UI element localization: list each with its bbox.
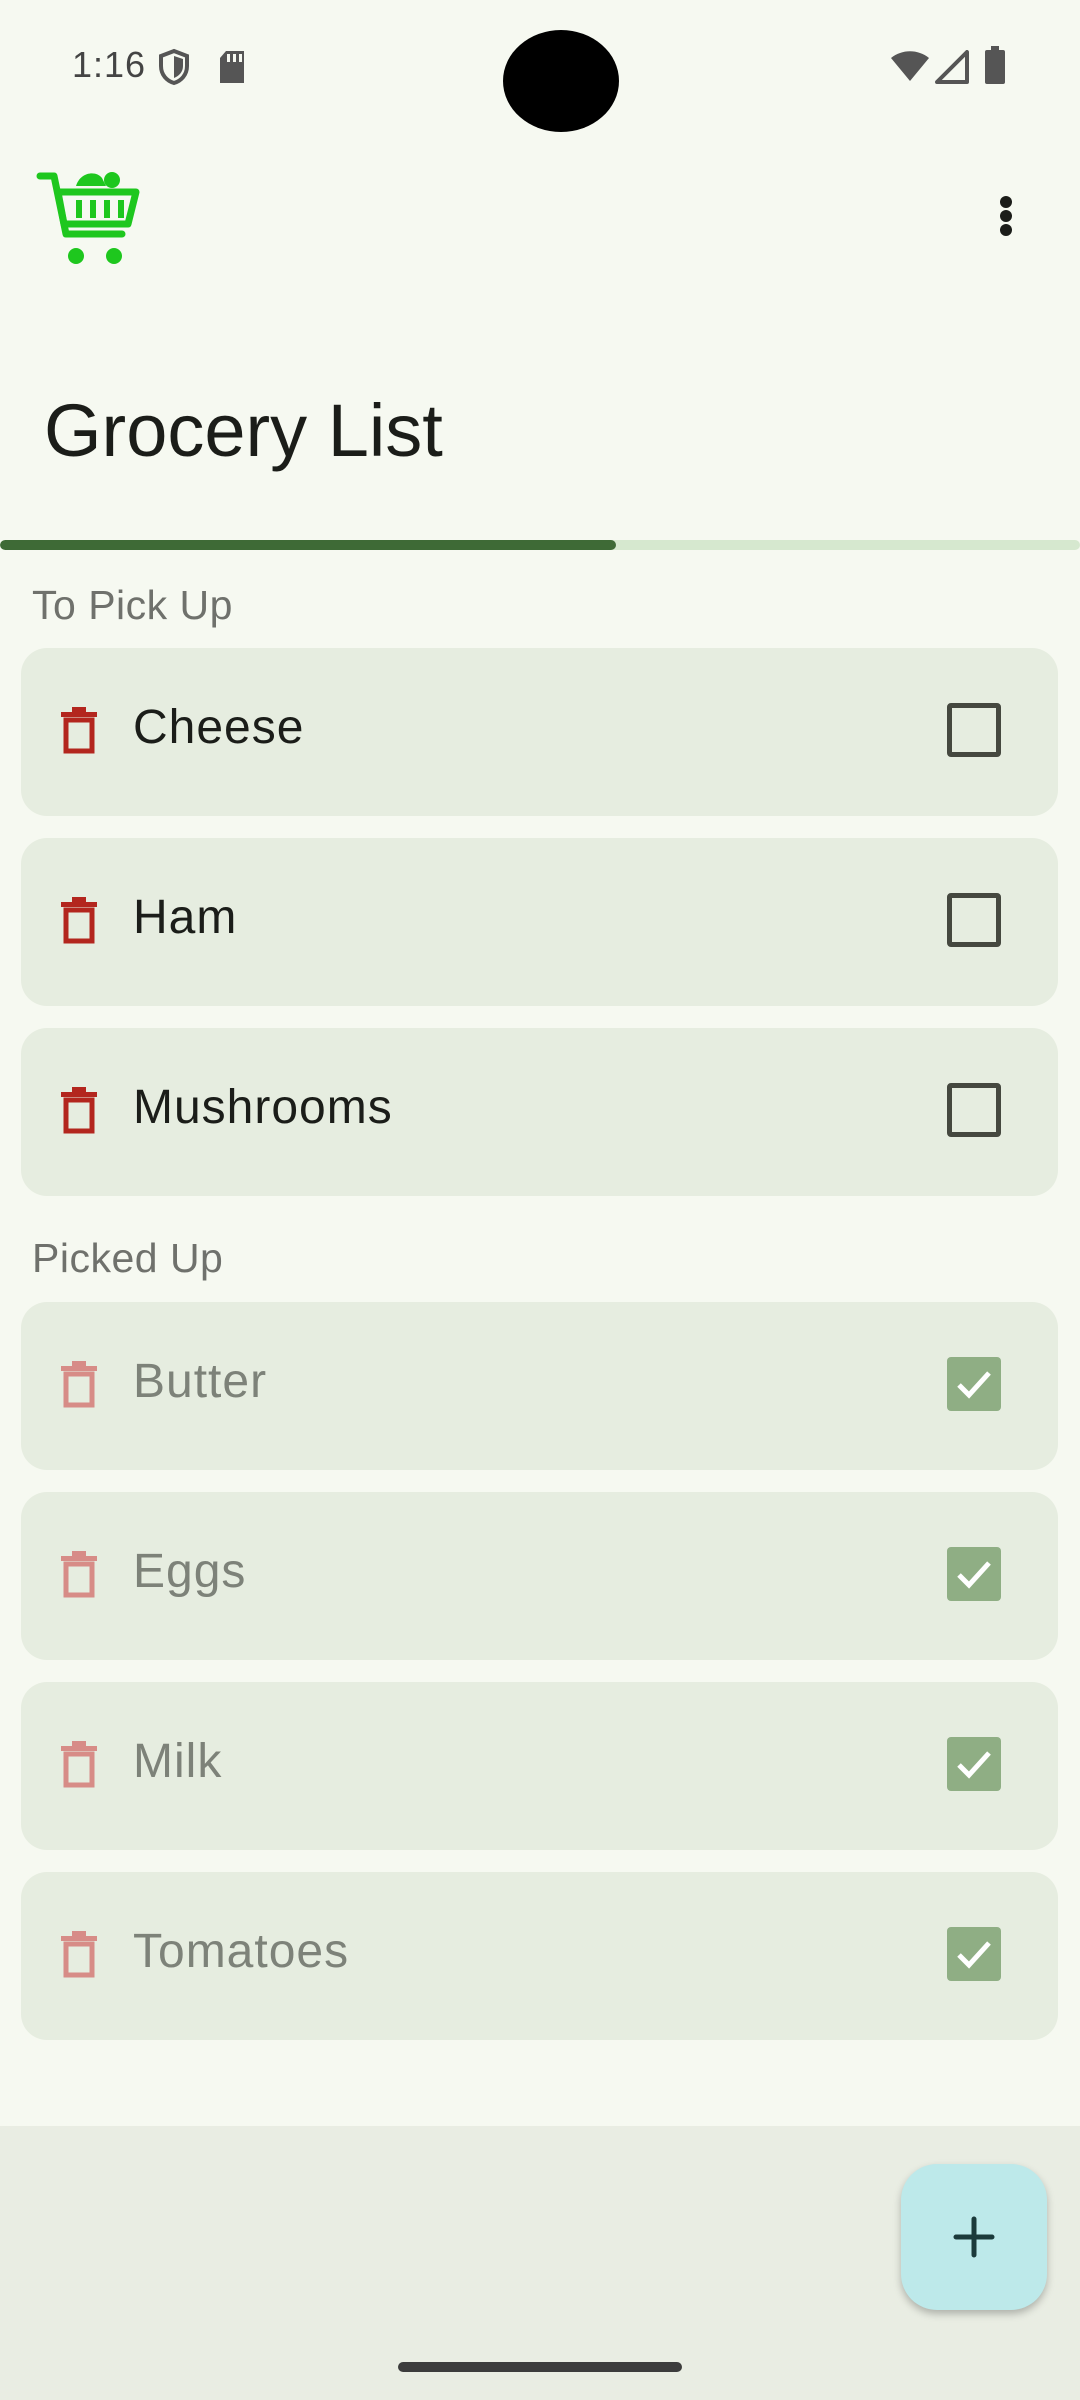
delete-icon[interactable] xyxy=(59,706,99,754)
list-item[interactable]: Milk xyxy=(21,1682,1058,1850)
delete-icon[interactable] xyxy=(59,1930,99,1978)
more-vert-icon xyxy=(1000,196,1012,208)
list-item[interactable]: Mushrooms xyxy=(21,1028,1058,1196)
delete-icon[interactable] xyxy=(59,1360,99,1408)
progress-bar xyxy=(0,540,1080,550)
check-icon xyxy=(957,1561,991,1589)
item-checkbox-checked[interactable] xyxy=(947,1357,1001,1411)
delete-icon[interactable] xyxy=(59,1740,99,1788)
delete-icon[interactable] xyxy=(59,1086,99,1134)
item-checkbox-checked[interactable] xyxy=(947,1927,1001,1981)
delete-icon[interactable] xyxy=(59,1550,99,1598)
list-item[interactable]: Eggs xyxy=(21,1492,1058,1660)
item-label: Milk xyxy=(133,1735,223,1788)
item-label: Mushrooms xyxy=(133,1081,393,1134)
section-header-to-pick-up: To Pick Up xyxy=(32,582,233,628)
signal-icon xyxy=(935,50,969,84)
shield-icon xyxy=(159,48,189,86)
check-icon xyxy=(957,1371,991,1399)
item-checkbox[interactable] xyxy=(947,893,1001,947)
shopping-cart-icon xyxy=(36,172,140,264)
item-checkbox[interactable] xyxy=(947,1083,1001,1137)
list-item[interactable]: Butter xyxy=(21,1302,1058,1470)
list-item[interactable]: Ham xyxy=(21,838,1058,1006)
wifi-icon xyxy=(891,51,929,81)
status-time: 1:16 xyxy=(72,44,147,85)
item-checkbox-checked[interactable] xyxy=(947,1737,1001,1791)
item-label: Cheese xyxy=(133,701,305,754)
plus-icon xyxy=(953,2216,995,2258)
item-checkbox-checked[interactable] xyxy=(947,1547,1001,1601)
status-bar: 1:16 xyxy=(0,0,1080,132)
home-indicator[interactable] xyxy=(398,2362,682,2372)
battery-icon xyxy=(985,46,1005,84)
item-label: Ham xyxy=(133,891,238,944)
progress-fill xyxy=(0,540,616,550)
section-header-picked-up: Picked Up xyxy=(32,1235,224,1281)
item-label: Tomatoes xyxy=(133,1925,350,1978)
page-title: Grocery List xyxy=(44,389,443,472)
camera-cutout xyxy=(503,30,619,132)
item-label: Butter xyxy=(133,1355,268,1408)
list-item[interactable]: Cheese xyxy=(21,648,1058,816)
item-checkbox[interactable] xyxy=(947,703,1001,757)
item-label: Eggs xyxy=(133,1545,247,1598)
delete-icon[interactable] xyxy=(59,896,99,944)
sd-card-icon xyxy=(220,51,244,83)
check-icon xyxy=(957,1751,991,1779)
add-item-button[interactable] xyxy=(901,2164,1047,2310)
more-options-button[interactable] xyxy=(985,186,1029,246)
check-icon xyxy=(957,1941,991,1969)
list-item[interactable]: Tomatoes xyxy=(21,1872,1058,2040)
